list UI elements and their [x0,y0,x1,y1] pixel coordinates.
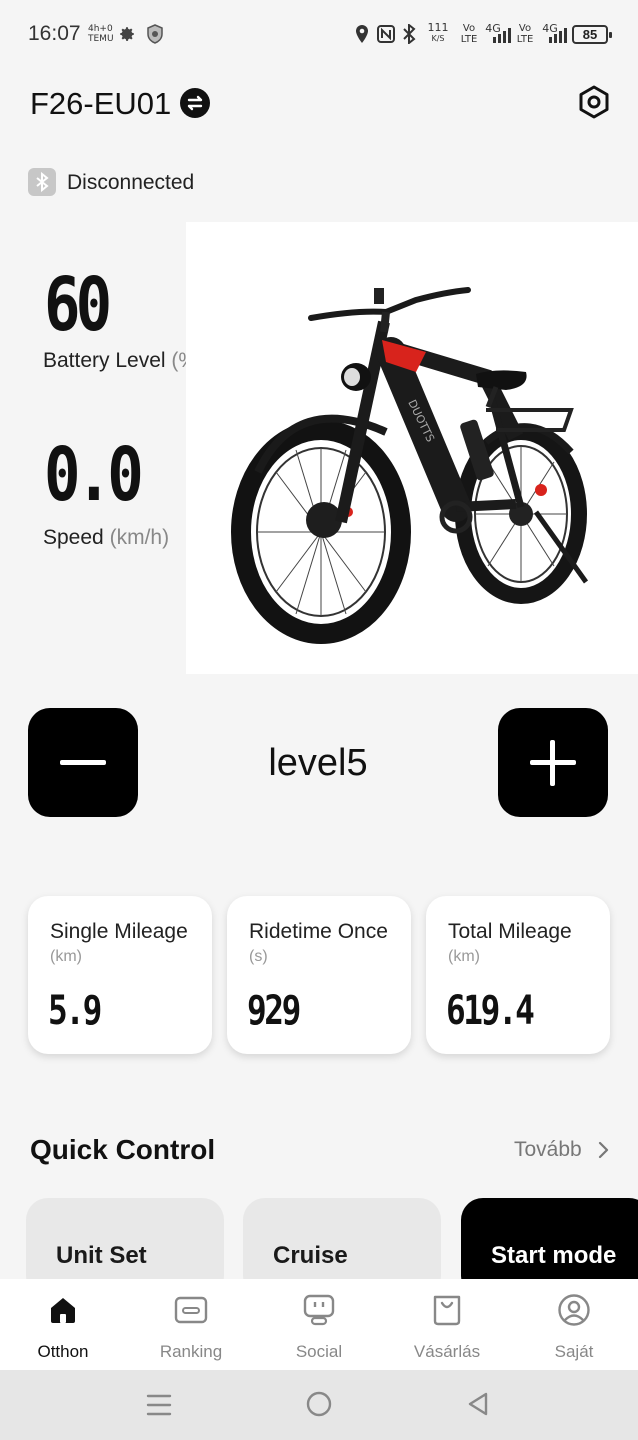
battery-level-value: 60 [44,262,112,348]
nav-otthon[interactable]: Otthon [3,1279,123,1370]
profile-icon [558,1294,590,1326]
quick-control-title: Quick Control [30,1134,216,1165]
nav-vasarlas[interactable]: Vásárlás [387,1279,507,1370]
stat-card-single-mileage: Single Mileage (km) 5.9 [28,896,212,1054]
volte-indicator-1: Vo LTE [460,23,478,45]
network-speed: 111 K/S [427,21,449,43]
nav-ranking[interactable]: Ranking [131,1279,251,1370]
stat-card-ridetime: Ridetime Once (s) 929 [227,896,411,1054]
status-time: 16:07 [28,22,81,45]
social-robot-icon [303,1294,335,1326]
battery-level-label: Battery Level (% [43,349,186,372]
speed-label: Speed (km/h) [43,526,170,549]
shopping-bag-icon [433,1295,461,1326]
single-mileage-value: 5.9 [48,988,102,1034]
bottom-nav: Otthon Ranking Social Vásárlás Saját [0,1279,638,1370]
increase-level-button[interactable] [498,708,608,817]
location-pin-icon [354,24,370,44]
total-mileage-value: 619.4 [446,988,535,1034]
hexagon-settings-icon[interactable] [576,84,612,120]
temu-notification-icon: 4h+0 TEMU [88,24,114,44]
system-nav-bar [0,1370,638,1440]
bluetooth-icon [401,22,417,46]
connection-status: Disconnected [67,171,195,194]
minus-icon [60,760,106,765]
stat-card-total-mileage: Total Mileage (km) 619.4 [426,896,610,1054]
signal-icon [492,27,512,43]
decrease-level-button[interactable] [28,708,138,817]
ridetime-value: 929 [247,988,301,1034]
device-name[interactable]: F26-EU01 [30,86,171,122]
more-link[interactable]: Tovább [514,1138,582,1162]
volte-indicator-2: Vo LTE [516,23,534,45]
swap-icon[interactable] [180,88,210,118]
battery-indicator: 85 [572,25,612,44]
back-triangle-icon[interactable] [466,1391,490,1417]
chevron-right-icon[interactable] [596,1140,612,1160]
ebike-image: DUOTTS [186,222,638,674]
signal-icon-2 [548,27,568,43]
home-icon [51,1298,75,1323]
ranking-card-icon [174,1296,208,1324]
shield-app-icon [146,24,164,44]
settings-gear-icon [118,25,136,43]
status-bar: 16:07 4h+0 TEMU 111 K/S Vo LTE 4G Vo LTE… [0,0,638,70]
assist-level: level5 [268,742,368,784]
nfc-icon [377,25,395,43]
home-circle-icon[interactable] [306,1391,332,1417]
nav-sajat[interactable]: Saját [514,1279,634,1370]
recents-icon[interactable] [146,1392,172,1418]
bluetooth-status-icon [28,168,56,196]
nav-social[interactable]: Social [259,1279,379,1370]
speed-value: 0.0 [44,432,144,518]
